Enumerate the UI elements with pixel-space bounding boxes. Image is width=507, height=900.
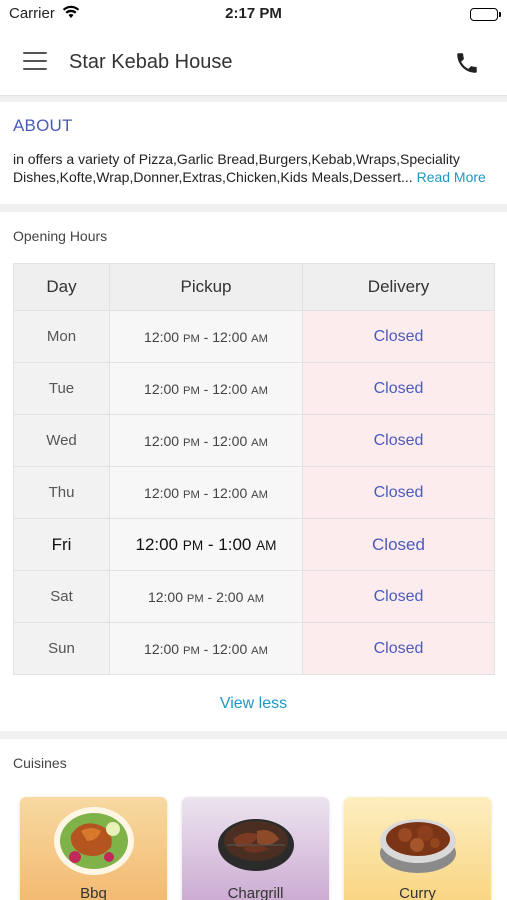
pickup-close-time: 12:00 xyxy=(212,640,248,657)
table-row: Thu 12:00 PM - 12:00 AM Closed xyxy=(13,466,495,519)
pickup-open-time: 12:00 xyxy=(135,534,179,554)
about-description: in offers a variety of Pizza,Garlic Brea… xyxy=(13,151,460,185)
time-separator: - xyxy=(203,534,219,554)
opening-hours-label: Opening Hours xyxy=(13,228,108,244)
delivery-status-cell: Closed xyxy=(302,570,495,623)
cuisine-name: Chargrill xyxy=(227,885,284,900)
read-more-link[interactable]: Read More xyxy=(417,169,486,185)
delivery-status-cell: Closed xyxy=(302,414,495,467)
day-cell: Tue xyxy=(13,362,110,415)
phone-icon[interactable] xyxy=(454,50,480,76)
table-header-row: Day Pickup Delivery xyxy=(13,263,495,311)
pickup-open-period: PM xyxy=(182,644,200,657)
cuisine-list: Bbq Chargrill Curry xyxy=(13,797,494,900)
time-separator: - xyxy=(203,588,217,605)
hamburger-icon[interactable] xyxy=(23,52,47,70)
pickup-close-period: AM xyxy=(251,332,268,345)
curry-icon xyxy=(380,819,456,873)
pickup-hours-cell: 12:00 PM - 1:00 AM xyxy=(109,518,303,571)
day-cell: Sat xyxy=(13,570,110,623)
chargrill-icon xyxy=(218,819,294,871)
restaurant-title: Star Kebab House xyxy=(69,51,233,73)
pickup-open-period: PM xyxy=(182,436,200,449)
pickup-close-time: 12:00 xyxy=(212,484,248,501)
delivery-status-cell: Closed xyxy=(302,622,495,675)
pickup-close-time: 12:00 xyxy=(212,328,248,345)
day-cell: Mon xyxy=(13,310,110,363)
day-cell: Fri xyxy=(13,518,110,571)
time-separator: - xyxy=(199,380,213,397)
pickup-close-period: AM xyxy=(251,488,268,501)
cuisine-name: Curry xyxy=(399,885,436,900)
pickup-hours-cell: 12:00 PM - 12:00 AM xyxy=(109,414,303,467)
time-separator: - xyxy=(199,484,213,501)
pickup-close-period: AM xyxy=(251,384,268,397)
table-row: Tue 12:00 PM - 12:00 AM Closed xyxy=(13,362,495,415)
pickup-close-time: 12:00 xyxy=(212,432,248,449)
cuisine-card-chargrill[interactable]: Chargrill xyxy=(182,797,329,900)
pickup-close-period: AM xyxy=(251,436,268,449)
column-header-day: Day xyxy=(13,263,110,311)
view-less-link[interactable]: View less xyxy=(13,675,494,721)
pickup-open-period: PM xyxy=(182,488,200,501)
column-header-pickup: Pickup xyxy=(109,263,303,311)
pickup-hours-cell: 12:00 PM - 12:00 AM xyxy=(109,466,303,519)
nav-bar: Star Kebab House xyxy=(0,30,507,96)
day-cell: Sun xyxy=(13,622,110,675)
table-row: Sat 12:00 PM - 2:00 AM Closed xyxy=(13,570,495,623)
time-separator: - xyxy=(199,432,213,449)
pickup-close-period: AM xyxy=(247,592,265,605)
pickup-open-time: 12:00 xyxy=(144,328,180,345)
table-row: Mon 12:00 PM - 12:00 AM Closed xyxy=(13,310,495,363)
about-section: ABOUT in offers a variety of Pizza,Garli… xyxy=(0,102,507,204)
table-row: Wed 12:00 PM - 12:00 AM Closed xyxy=(13,414,495,467)
day-cell: Wed xyxy=(13,414,110,467)
cuisines-label: Cuisines xyxy=(13,755,67,771)
opening-hours-section: Opening Hours Day Pickup Delivery Mon 12:… xyxy=(0,212,507,731)
pickup-open-time: 12:00 xyxy=(147,588,183,605)
status-time: 2:17 PM xyxy=(225,5,282,22)
time-separator: - xyxy=(199,640,213,657)
time-separator: - xyxy=(199,328,213,345)
column-header-delivery: Delivery xyxy=(302,263,495,311)
battery-icon xyxy=(470,8,501,21)
day-cell: Thu xyxy=(13,466,110,519)
cuisines-section: Cuisines Bbq Chargrill Curry xyxy=(0,739,507,900)
pickup-close-time: 2:00 xyxy=(216,588,244,605)
status-bar: Carrier 2:17 PM xyxy=(0,0,507,30)
pickup-hours-cell: 12:00 PM - 2:00 AM xyxy=(109,570,303,623)
table-row: Fri 12:00 PM - 1:00 AM Closed xyxy=(13,518,495,571)
pickup-open-time: 12:00 xyxy=(144,484,180,501)
pickup-close-time: 12:00 xyxy=(212,380,248,397)
delivery-status-cell: Closed xyxy=(302,362,495,415)
bbq-chicken-icon xyxy=(54,807,134,875)
pickup-hours-cell: 12:00 PM - 12:00 AM xyxy=(109,310,303,363)
pickup-open-time: 12:00 xyxy=(144,432,180,449)
pickup-open-time: 12:00 xyxy=(144,640,180,657)
pickup-open-period: PM xyxy=(182,537,204,553)
about-text: in offers a variety of Pizza,Garlic Brea… xyxy=(13,150,494,186)
delivery-status-cell: Closed xyxy=(302,518,495,571)
cuisine-card-bbq[interactable]: Bbq xyxy=(20,797,167,900)
table-row: Sun 12:00 PM - 12:00 AM Closed xyxy=(13,622,495,675)
cuisine-card-curry[interactable]: Curry xyxy=(344,797,491,900)
pickup-close-time: 1:00 xyxy=(218,534,252,554)
delivery-status-cell: Closed xyxy=(302,466,495,519)
cuisine-name: Bbq xyxy=(80,885,107,900)
about-title: ABOUT xyxy=(13,116,73,135)
pickup-close-period: AM xyxy=(256,537,277,553)
opening-hours-table: Day Pickup Delivery Mon 12:00 PM - 12:00 … xyxy=(13,263,495,675)
pickup-open-time: 12:00 xyxy=(144,380,180,397)
pickup-hours-cell: 12:00 PM - 12:00 AM xyxy=(109,362,303,415)
pickup-open-period: PM xyxy=(186,592,204,605)
pickup-hours-cell: 12:00 PM - 12:00 AM xyxy=(109,622,303,675)
pickup-open-period: PM xyxy=(182,384,200,397)
pickup-open-period: PM xyxy=(182,332,200,345)
pickup-close-period: AM xyxy=(251,644,268,657)
delivery-status-cell: Closed xyxy=(302,310,495,363)
